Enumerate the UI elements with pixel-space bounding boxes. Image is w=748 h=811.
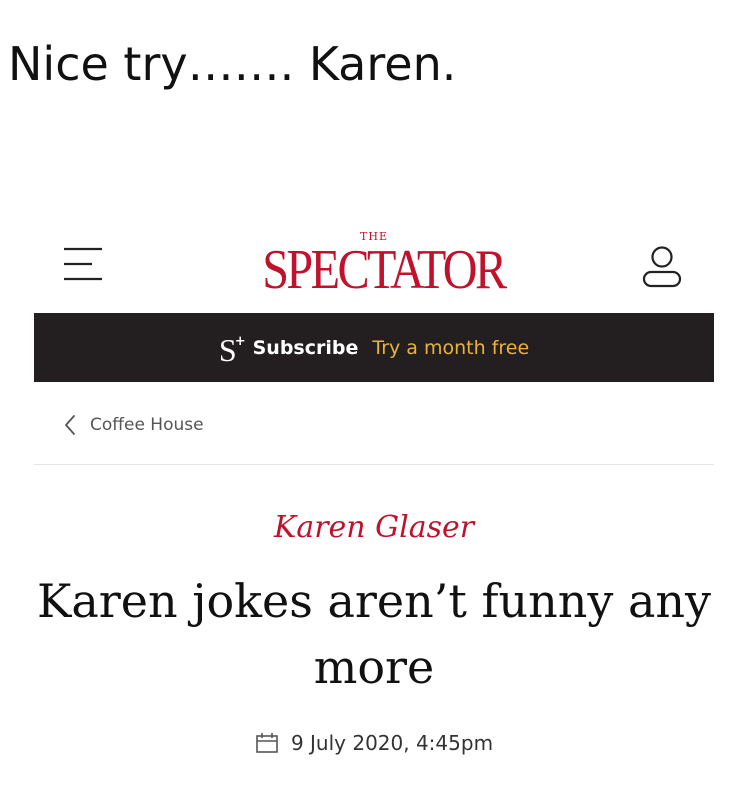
- article-headline: Karen jokes aren’t funny any more: [36, 574, 712, 694]
- subscribe-label: Subscribe: [252, 336, 359, 359]
- spectator-plus-logo: S +: [219, 334, 246, 366]
- breadcrumb-section-label: Coffee House: [90, 415, 204, 435]
- site-header: THE SPECTATOR: [34, 216, 714, 306]
- hamburger-menu-icon[interactable]: [62, 246, 104, 282]
- publish-date: 9 July 2020, 4:45pm: [290, 731, 494, 755]
- chevron-left-icon: [65, 415, 75, 435]
- sub-logo-plus: +: [234, 333, 246, 349]
- breadcrumb-back-link[interactable]: Coffee House: [64, 410, 204, 440]
- user-account-icon[interactable]: [638, 242, 686, 290]
- article-dateline: 9 July 2020, 4:45pm: [34, 728, 714, 758]
- header-divider: [34, 464, 714, 465]
- spectator-logo[interactable]: THE SPECTATOR: [244, 224, 507, 298]
- meme-caption: Nice try……. Karen.: [8, 37, 457, 91]
- calendar-icon: [256, 733, 278, 753]
- subscribe-banner[interactable]: S + Subscribe Try a month free: [34, 313, 714, 382]
- logo-wordmark: SPECTATOR: [262, 239, 507, 301]
- article-author[interactable]: Karen Glaser: [34, 510, 714, 545]
- trial-offer-text: Try a month free: [372, 336, 530, 359]
